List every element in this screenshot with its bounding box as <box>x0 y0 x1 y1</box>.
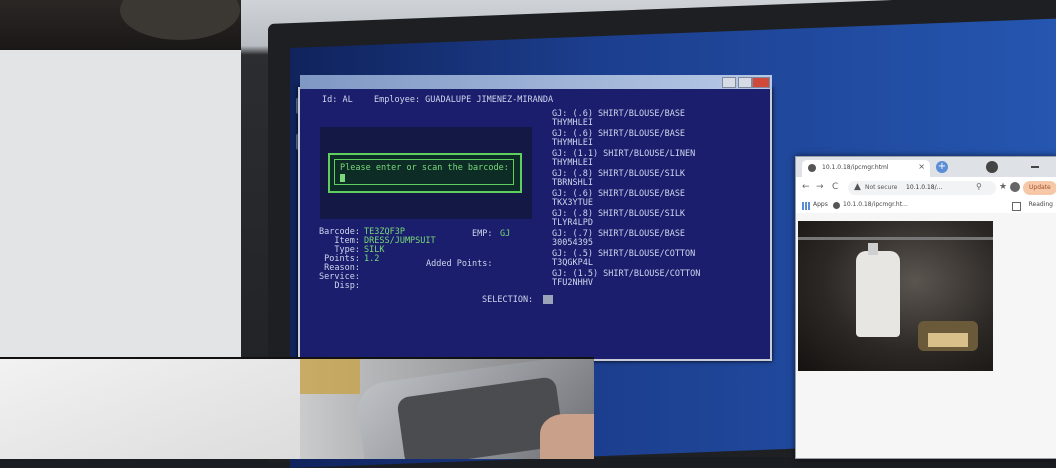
tab-title: 10.1.0.18/ipcmgr.html <box>822 164 889 171</box>
extension-icon[interactable] <box>986 161 998 173</box>
new-tab-button[interactable]: + <box>936 161 948 173</box>
barcode-prompt-box[interactable]: Please enter or scan the barcode: <box>328 153 522 193</box>
selection-label: SELECTION: <box>482 295 534 305</box>
log-code: TBRNSHLI <box>552 178 593 188</box>
not-secure-label: Not secure <box>865 184 898 191</box>
maximize-button[interactable] <box>738 77 752 88</box>
terminal-window: Id: AL Employee: GUADALUPE JIMENEZ-MIRAN… <box>298 75 772 361</box>
reading-list-link[interactable]: Reading <box>1029 201 1053 208</box>
globe-icon <box>833 202 840 209</box>
garment-on-table <box>928 333 968 347</box>
update-button[interactable]: Update <box>1023 181 1056 195</box>
rack-bar <box>798 237 993 240</box>
log-code: THYMHLEI <box>552 158 593 168</box>
camera-feed-image <box>798 221 993 371</box>
apps-icon[interactable] <box>802 202 810 210</box>
update-label: Update <box>1029 184 1051 191</box>
zoom-icon[interactable]: ⚲ <box>976 182 982 191</box>
reload-button[interactable]: C <box>832 182 838 192</box>
log-code: TFU2NHHV <box>552 278 593 288</box>
selection-input[interactable] <box>543 295 553 304</box>
close-icon[interactable]: × <box>918 162 925 171</box>
hand <box>540 414 594 459</box>
terminal-titlebar[interactable] <box>300 75 772 89</box>
log-code: THYMHLEI <box>552 118 593 128</box>
browser-toolbar: ← → C ▲ Not secure 10.1.0.18/... ⚲ ★ Upd… <box>796 177 1056 200</box>
emp-value: GJ <box>500 229 511 239</box>
photo-shape <box>120 0 240 40</box>
url-text: 10.1.0.18/... <box>906 184 943 191</box>
barcode-prompt-text: Please enter or scan the barcode: <box>340 163 509 173</box>
bookmarks-bar: Apps 10.1.0.18/ipcmgr.ht... Reading <box>796 199 1056 213</box>
employee-id: Id: AL <box>322 95 353 105</box>
log-code: THYMHLEI <box>552 138 593 148</box>
text-cursor <box>340 174 345 182</box>
emp-label: EMP: <box>472 229 493 239</box>
blank-panel <box>0 50 241 357</box>
reading-list-icon[interactable] <box>1012 202 1021 211</box>
warning-icon: ▲ <box>854 182 861 192</box>
white-garment <box>0 359 300 459</box>
browser-tabbar: 10.1.0.18/ipcmgr.html × + <box>796 157 1056 177</box>
minimize-button[interactable] <box>1031 166 1039 168</box>
browser-window: 10.1.0.18/ipcmgr.html × + ← → C ▲ Not se… <box>795 156 1056 459</box>
forward-button[interactable]: → <box>816 182 824 192</box>
bottom-photo-panel <box>0 357 594 459</box>
employee-name: Employee: GUADALUPE JIMENEZ-MIRANDA <box>374 95 554 105</box>
address-bar[interactable]: ▲ Not secure 10.1.0.18/... ⚲ <box>848 181 996 195</box>
yellow-object <box>300 359 360 394</box>
field-label-disp: Disp: <box>334 281 360 291</box>
log-code: T3QGKP4L <box>552 258 593 268</box>
profile-icon[interactable] <box>1010 182 1020 192</box>
apps-link[interactable]: Apps <box>813 201 828 208</box>
field-value-points: 1.2 <box>364 254 380 264</box>
barcode-input[interactable]: Please enter or scan the barcode: <box>334 159 514 185</box>
log-code: TLYR4LPD <box>552 218 593 228</box>
log-code: TKX3YTUE <box>552 198 593 208</box>
hanger <box>868 243 878 255</box>
added-points-label: Added Points: <box>426 259 493 269</box>
browser-tab[interactable]: 10.1.0.18/ipcmgr.html × <box>802 160 930 177</box>
bookmark-link[interactable]: 10.1.0.18/ipcmgr.ht... <box>843 201 908 208</box>
log-code: 30054395 <box>552 238 593 248</box>
hanging-shirt <box>856 251 900 337</box>
star-icon[interactable]: ★ <box>999 182 1007 192</box>
globe-icon <box>808 164 816 172</box>
close-button[interactable] <box>752 77 770 88</box>
minimize-button[interactable] <box>722 77 736 88</box>
back-button[interactable]: ← <box>802 182 810 192</box>
